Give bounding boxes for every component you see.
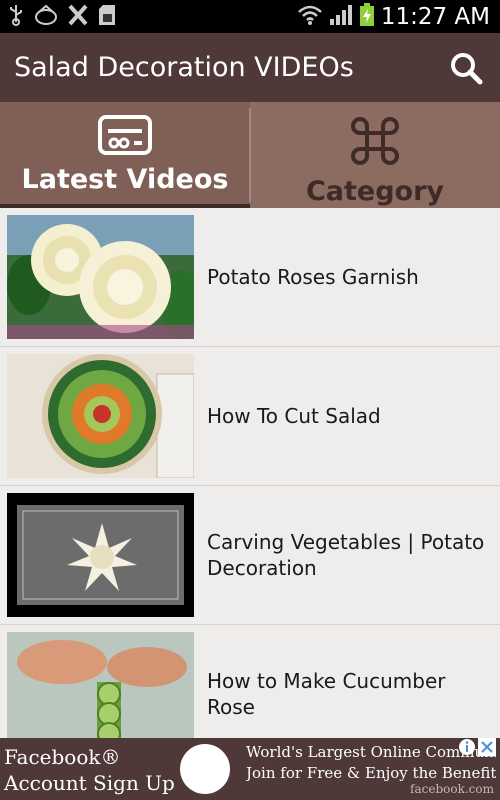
- search-icon: [451, 52, 483, 84]
- wifi-icon: [297, 4, 323, 30]
- ad-controls: [458, 738, 496, 756]
- battery-charging-icon: [359, 2, 375, 31]
- video-title: Carving Vegetables | Potato Decoration: [207, 530, 485, 580]
- video-title: Potato Roses Garnish: [207, 265, 419, 289]
- ad-headline-line2: Account Sign Up: [4, 771, 175, 795]
- ad-logo: [180, 744, 230, 794]
- app-bar: Salad Decoration VIDEOs: [0, 33, 500, 102]
- ad-close-icon[interactable]: [478, 738, 496, 756]
- sd-card-icon: [98, 4, 116, 29]
- tab-latest-videos[interactable]: Latest Videos: [0, 102, 250, 208]
- video-title: How To Cut Salad: [207, 404, 381, 428]
- video-list: Potato Roses Garnish How To Cut Salad Ca…: [0, 208, 500, 738]
- notification-icon: [34, 4, 58, 29]
- video-card-icon: [98, 115, 152, 155]
- cut-salad-thumbnail: [7, 354, 194, 478]
- tab-divider: [249, 108, 251, 202]
- ad-info-icon[interactable]: [458, 738, 476, 756]
- ad-banner[interactable]: Facebook® Account Sign Up World's Larges…: [0, 738, 500, 800]
- ad-description-line2: Join for Free & Enjoy the Benefits!: [246, 764, 496, 782]
- ad-headline-line1: Facebook®: [4, 745, 121, 769]
- status-time: 11:27 AM: [380, 3, 490, 30]
- video-list-item[interactable]: Potato Roses Garnish: [0, 208, 500, 347]
- carving-vegetables-thumbnail: [7, 493, 194, 617]
- tab-latest-videos-label: Latest Videos: [21, 164, 229, 195]
- ad-headline: Facebook® Account Sign Up: [4, 744, 175, 796]
- video-list-item[interactable]: How to Make Cucumber Rose: [0, 625, 500, 738]
- search-button[interactable]: [446, 48, 486, 88]
- tab-category-label: Category: [305, 176, 445, 207]
- signal-icon: [329, 4, 353, 30]
- ad-source: facebook.com: [410, 782, 494, 796]
- potato-roses-thumbnail: [7, 215, 194, 339]
- cucumber-rose-thumbnail: [7, 632, 194, 738]
- command-icon: [351, 117, 399, 165]
- app-title: Salad Decoration VIDEOs: [14, 52, 354, 83]
- usb-icon: [8, 4, 24, 29]
- status-bar: 11:27 AM: [0, 0, 500, 33]
- x-icon: [68, 4, 88, 29]
- tab-category[interactable]: Category: [250, 102, 500, 208]
- video-list-item[interactable]: Carving Vegetables | Potato Decoration: [0, 486, 500, 625]
- video-title: How to Make Cucumber Rose: [207, 669, 446, 719]
- video-list-item[interactable]: How To Cut Salad: [0, 347, 500, 486]
